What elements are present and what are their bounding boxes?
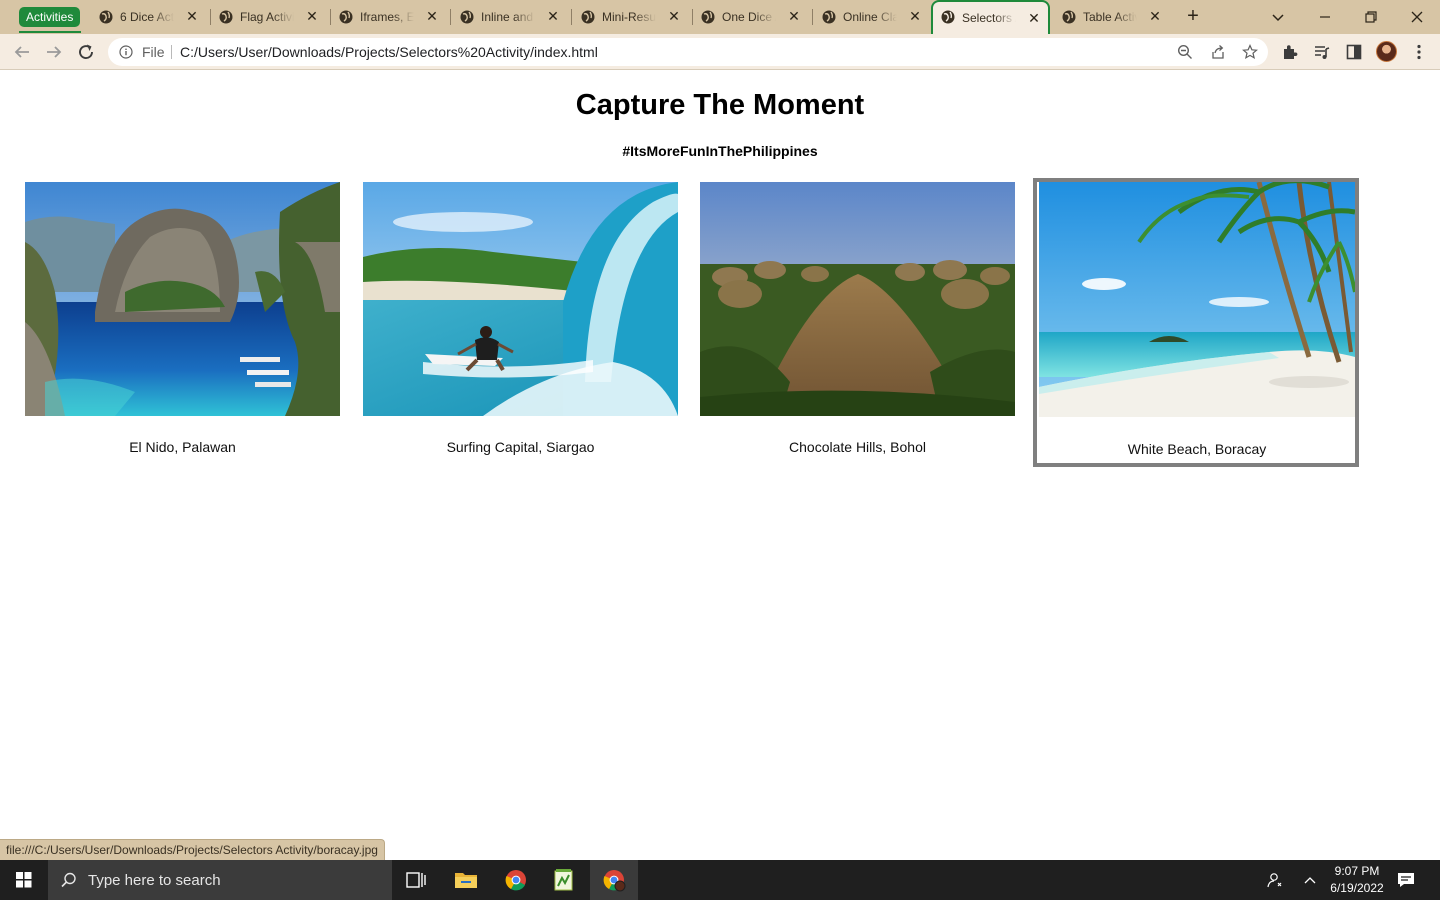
card-caption: Chocolate Hills, Bohol	[789, 439, 926, 455]
tab-title: Mini-Resume	[602, 10, 656, 24]
notepad-plus-icon[interactable]	[540, 860, 588, 900]
close-tab-icon[interactable]: ✕	[1026, 10, 1042, 26]
people-icon[interactable]	[1265, 870, 1285, 890]
bookmark-star-icon[interactable]	[1242, 44, 1258, 60]
tab-selectors-activity[interactable]: Selectors Activity ✕	[931, 0, 1050, 34]
globe-icon	[701, 10, 715, 24]
side-panel-icon[interactable]	[1345, 43, 1363, 61]
gallery-card-siargao[interactable]: Surfing Capital, Siargao	[363, 182, 678, 455]
media-control-icon[interactable]	[1313, 43, 1331, 61]
chocolate-hills-photo[interactable]	[700, 182, 1015, 416]
tab-title: Flag Activity	[240, 10, 294, 24]
globe-icon	[581, 10, 595, 24]
gallery-card-boracay[interactable]: White Beach, Boracay	[1033, 178, 1359, 467]
notification-icon[interactable]	[1396, 870, 1416, 890]
chrome-profile-icon[interactable]	[590, 860, 638, 900]
close-tab-icon[interactable]: ✕	[666, 8, 682, 24]
close-tab-icon[interactable]: ✕	[424, 8, 440, 24]
tab-group-underline	[19, 31, 81, 33]
close-tab-icon[interactable]: ✕	[304, 8, 320, 24]
minimize-icon[interactable]	[1313, 5, 1337, 29]
search-icon	[61, 872, 76, 888]
file-explorer-icon[interactable]	[442, 860, 490, 900]
tab-mini-resume[interactable]: Mini-Resume ✕	[573, 5, 693, 29]
globe-icon	[219, 10, 233, 24]
globe-icon	[99, 10, 113, 24]
globe-icon	[460, 10, 474, 24]
gallery-card-el-nido[interactable]: El Nido, Palawan	[25, 182, 340, 455]
close-tab-icon[interactable]: ✕	[545, 8, 561, 24]
el-nido-photo[interactable]	[25, 182, 340, 416]
tab-group-label[interactable]: Activities	[19, 7, 81, 27]
close-tab-icon[interactable]: ✕	[184, 8, 200, 24]
globe-icon	[1062, 10, 1076, 24]
page-title: Capture The Moment	[575, 89, 865, 121]
link-status-bubble: file:///C:/Users/User/Downloads/Projects…	[0, 839, 385, 860]
scheme-label: File	[142, 44, 165, 60]
address-divider	[171, 45, 172, 59]
tab-iframes[interactable]: Iframes, Embed ✕	[331, 5, 451, 29]
tab-separator	[571, 9, 572, 25]
info-icon[interactable]	[119, 45, 133, 59]
new-tab-button[interactable]: +	[1183, 6, 1203, 27]
card-caption: White Beach, Boracay	[1127, 441, 1267, 457]
extensions-puzzle-icon[interactable]	[1281, 43, 1299, 61]
tab-title: Iframes, Embed	[360, 10, 414, 24]
share-icon[interactable]	[1210, 44, 1226, 60]
clock-time: 9:07 PM	[1334, 864, 1380, 878]
web-page: Capture The Moment #ItsMoreFunInThePhili…	[0, 71, 1440, 860]
restore-icon[interactable]	[1359, 5, 1383, 29]
windows-start-icon[interactable]	[0, 860, 48, 900]
boracay-photo[interactable]	[1039, 178, 1357, 417]
page-subtitle: #ItsMoreFunInThePhilippines	[622, 143, 818, 159]
close-window-icon[interactable]	[1405, 5, 1429, 29]
address-bar[interactable]: File C:/Users/User/Downloads/Projects/Se…	[108, 38, 1268, 66]
globe-icon	[822, 10, 836, 24]
globe-icon	[941, 10, 955, 24]
browser-toolbar: File C:/Users/User/Downloads/Projects/Se…	[0, 34, 1440, 70]
tab-one-dice-activity[interactable]: One Dice Activity ✕	[693, 5, 813, 29]
more-menu-icon[interactable]	[1410, 43, 1428, 61]
tab-title: Inline and Block	[481, 10, 535, 24]
tab-online-class[interactable]: Online Class ✕	[814, 5, 933, 29]
gallery-card-chocolate-hills[interactable]: Chocolate Hills, Bohol	[700, 182, 1015, 455]
tab-flag-activity[interactable]: Flag Activity ✕	[211, 5, 331, 29]
taskbar-search-box[interactable]: Type here to search	[48, 860, 392, 900]
close-tab-icon[interactable]: ✕	[1147, 8, 1163, 24]
url-text[interactable]: C:/Users/User/Downloads/Projects/Selecto…	[180, 44, 598, 60]
tab-search-chevron-icon[interactable]	[1266, 5, 1290, 29]
zoom-icon[interactable]	[1177, 44, 1193, 60]
tab-title: Online Class	[843, 10, 897, 24]
search-placeholder: Type here to search	[88, 872, 221, 889]
windows-taskbar: Type here to search 9:07 PM 6/19/2022	[0, 860, 1440, 900]
profile-avatar[interactable]	[1376, 41, 1397, 62]
close-tab-icon[interactable]: ✕	[786, 8, 802, 24]
tab-title: Table Activity	[1083, 10, 1137, 24]
chevron-up-icon[interactable]	[1300, 870, 1320, 890]
card-caption: El Nido, Palawan	[129, 439, 236, 455]
tab-title: 6 Dice Activity	[120, 10, 174, 24]
tab-separator	[812, 9, 813, 25]
tab-title: One Dice Activity	[722, 10, 776, 24]
taskbar-clock[interactable]: 9:07 PM 6/19/2022	[1324, 863, 1390, 897]
card-caption: Surfing Capital, Siargao	[446, 439, 595, 455]
siargao-photo[interactable]	[363, 182, 678, 416]
tab-strip: Activities 6 Dice Activity ✕ Flag Activi…	[0, 0, 1440, 34]
chrome-icon[interactable]	[492, 860, 540, 900]
tab-6-dice-activity[interactable]: 6 Dice Activity ✕	[91, 5, 211, 29]
back-arrow-icon[interactable]	[10, 40, 34, 64]
task-view-icon[interactable]	[392, 860, 440, 900]
close-tab-icon[interactable]: ✕	[907, 8, 923, 24]
tab-separator	[450, 9, 451, 25]
tab-table-activity[interactable]: Table Activity ✕	[1054, 5, 1173, 29]
tab-title: Selectors Activity	[962, 11, 1016, 25]
globe-icon	[339, 10, 353, 24]
tab-inline-and-block[interactable]: Inline and Block ✕	[452, 5, 572, 29]
forward-arrow-icon[interactable]	[42, 40, 66, 64]
reload-icon[interactable]	[74, 40, 98, 64]
clock-date: 6/19/2022	[1330, 881, 1384, 895]
